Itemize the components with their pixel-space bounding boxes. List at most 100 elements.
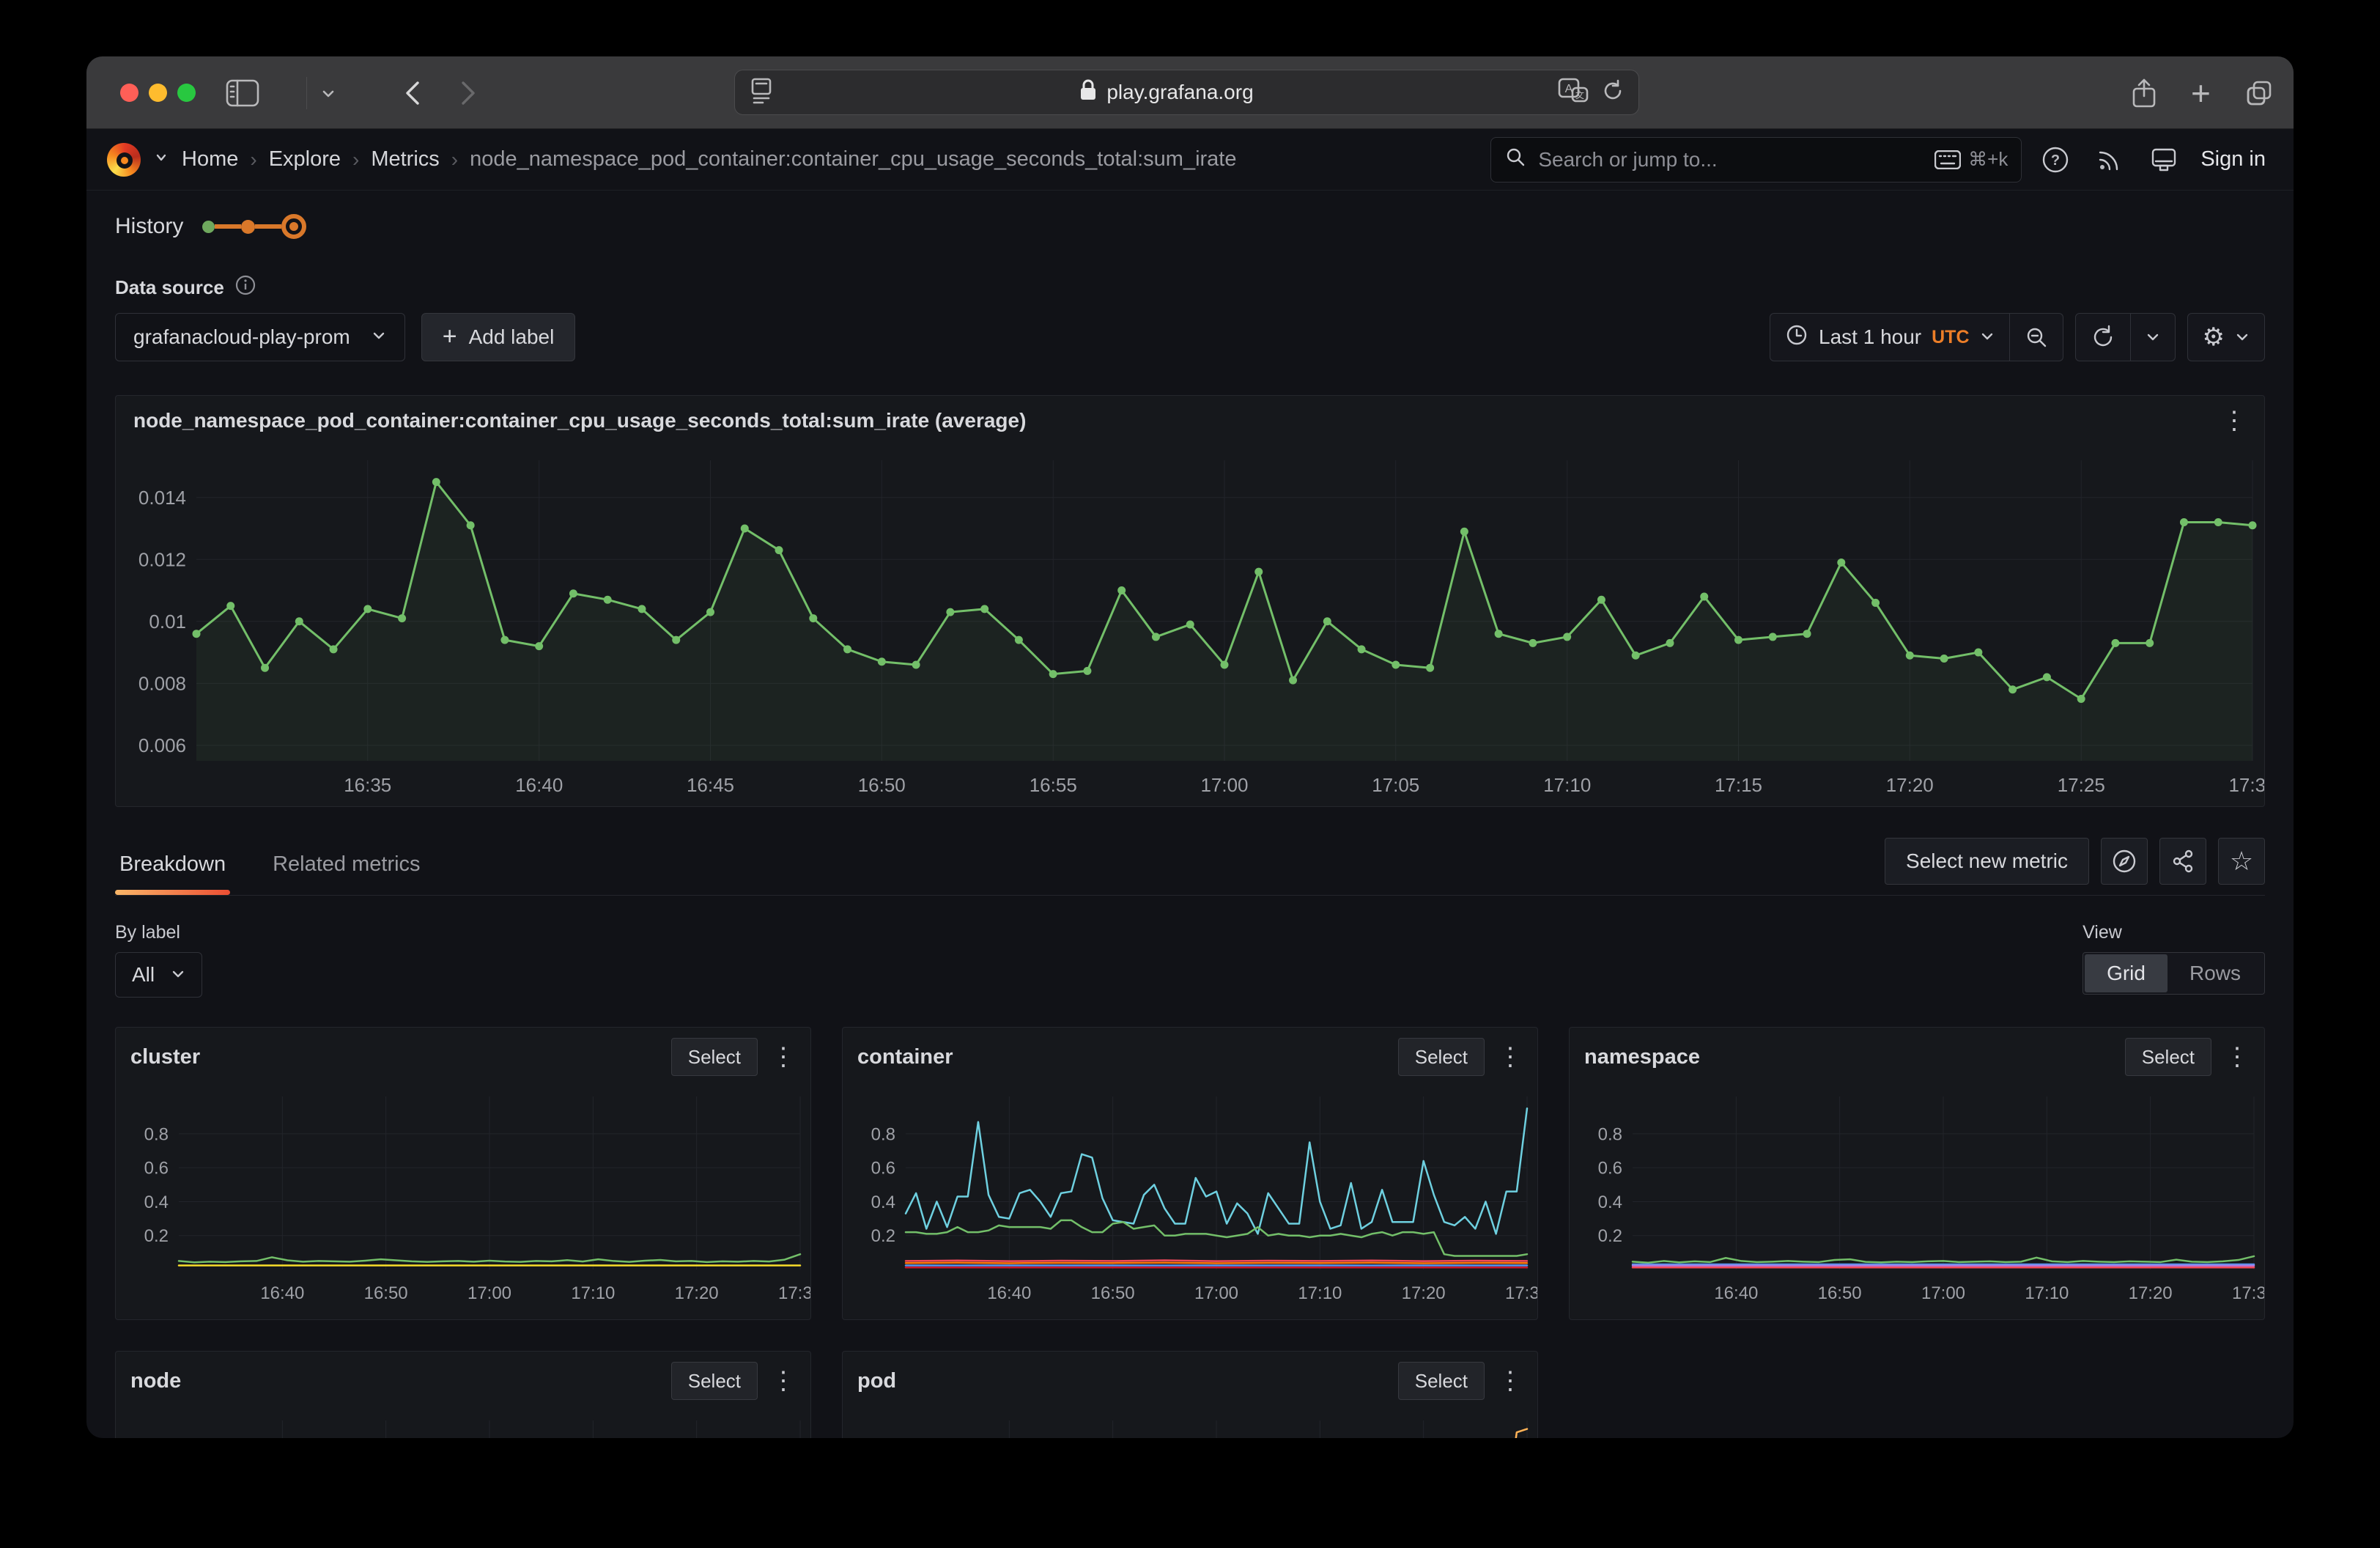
- news-rss-icon[interactable]: [2089, 146, 2130, 174]
- search-input[interactable]: Search or jump to... ⌘+k: [1490, 137, 2022, 183]
- breadcrumb-metrics[interactable]: Metrics: [371, 147, 439, 172]
- tab-breakdown[interactable]: Breakdown: [115, 841, 230, 893]
- cluster-chart[interactable]: 16:4016:5017:0017:1017:2017:300.80.60.40…: [116, 1080, 810, 1309]
- plus-icon: +: [443, 327, 457, 347]
- svg-text:17:20: 17:20: [675, 1283, 719, 1303]
- breadcrumb-explore[interactable]: Explore: [269, 147, 341, 172]
- select-button[interactable]: Select: [1398, 1038, 1485, 1076]
- view-toggle: Grid Rows: [2082, 952, 2265, 995]
- panel-menu-icon[interactable]: ⋮: [2225, 1044, 2250, 1069]
- panel-title: pod: [857, 1369, 896, 1393]
- sign-in-link[interactable]: Sign in: [2200, 147, 2266, 172]
- svg-text:17:00: 17:00: [1921, 1283, 1965, 1303]
- reload-icon[interactable]: [1600, 78, 1625, 107]
- metric-timeseries-chart[interactable]: 16:3516:4016:4516:5016:5517:0017:0517:10…: [116, 440, 2264, 806]
- sidebar-toggle-icon[interactable]: [226, 56, 259, 129]
- view-group: View Grid Rows: [2082, 922, 2265, 995]
- select-new-metric-button[interactable]: Select new metric: [1885, 838, 2089, 885]
- sidebar-chevron-down-icon[interactable]: [319, 56, 337, 129]
- window-zoom-button[interactable]: [177, 84, 196, 102]
- refresh-button[interactable]: [2076, 314, 2131, 361]
- svg-text:0.8: 0.8: [1598, 1124, 1622, 1144]
- panel-pod: pod Select ⋮ 16:4016:5017:0017:1017:2017…: [842, 1351, 1538, 1438]
- history-label[interactable]: History: [115, 214, 183, 239]
- svg-text:0.2: 0.2: [871, 1226, 895, 1246]
- select-button[interactable]: Select: [1398, 1362, 1485, 1400]
- chevron-down-icon: [371, 325, 387, 349]
- panel-menu-icon[interactable]: ⋮: [1498, 1044, 1523, 1069]
- tab-overview-icon[interactable]: [2244, 56, 2274, 129]
- svg-text:16:50: 16:50: [1818, 1283, 1862, 1303]
- svg-text:17:30: 17:30: [1505, 1283, 1537, 1303]
- help-icon[interactable]: ?: [2035, 145, 2076, 174]
- explore-compass-button[interactable]: [2101, 838, 2148, 885]
- panel-container: container Select ⋮ 16:4016:5017:0017:101…: [842, 1027, 1538, 1320]
- panel-menu-icon[interactable]: ⋮: [771, 1368, 796, 1393]
- svg-text:17:25: 17:25: [2058, 774, 2105, 796]
- time-range-picker[interactable]: Last 1 hour UTC: [1770, 314, 2010, 361]
- org-chevron-down-icon[interactable]: [154, 150, 169, 169]
- monitor-icon[interactable]: [2143, 145, 2184, 174]
- settings-button[interactable]: ⚙: [2188, 314, 2264, 361]
- tab-related-metrics[interactable]: Related metrics: [268, 841, 424, 893]
- select-button[interactable]: Select: [2125, 1038, 2211, 1076]
- history-steps-icon[interactable]: [202, 214, 306, 239]
- svg-text:0.6: 0.6: [1598, 1159, 1622, 1179]
- new-tab-icon[interactable]: +: [2191, 56, 2211, 129]
- url-text: play.grafana.org: [1106, 81, 1253, 104]
- share-nodes-button[interactable]: [2159, 838, 2206, 885]
- grafana-logo-icon[interactable]: [107, 143, 141, 177]
- view-rows-option[interactable]: Rows: [2168, 954, 2263, 992]
- chevron-down-icon: [2235, 330, 2250, 344]
- svg-text:16:40: 16:40: [515, 774, 563, 796]
- forward-icon[interactable]: [457, 56, 479, 129]
- svg-text:17:10: 17:10: [2025, 1283, 2069, 1303]
- translate-icon[interactable]: A文: [1558, 78, 1589, 108]
- namespace-chart[interactable]: 16:4016:5017:0017:1017:2017:300.80.60.40…: [1570, 1080, 2264, 1309]
- svg-text:0.01: 0.01: [149, 611, 186, 633]
- svg-text:17:10: 17:10: [571, 1283, 615, 1303]
- breadcrumb-separator: ›: [451, 148, 458, 172]
- breakdown-grid: cluster Select ⋮ 16:4016:5017:0017:1017:…: [115, 1027, 2265, 1438]
- data-source-value: grafanacloud-play-prom: [133, 325, 350, 349]
- select-button[interactable]: Select: [671, 1362, 758, 1400]
- address-bar[interactable]: play.grafana.org A文: [734, 70, 1639, 115]
- panel-title: cluster: [130, 1045, 200, 1069]
- svg-text:17:00: 17:00: [1200, 774, 1248, 796]
- browser-window: play.grafana.org A文 + Home › Explore ›: [86, 56, 2294, 1438]
- node-chart[interactable]: 16:4016:5017:0017:1017:2017:300.80.60.40…: [116, 1404, 810, 1438]
- window-minimize-button[interactable]: [149, 84, 167, 102]
- back-icon[interactable]: [402, 56, 424, 129]
- reader-icon[interactable]: [748, 76, 775, 109]
- share-icon[interactable]: [2131, 56, 2157, 129]
- star-button[interactable]: ☆: [2218, 838, 2265, 885]
- breadcrumb-home[interactable]: Home: [182, 147, 238, 172]
- svg-text:0.4: 0.4: [1598, 1193, 1622, 1212]
- panel-menu-icon[interactable]: ⋮: [2222, 408, 2247, 433]
- add-label-button[interactable]: + Add label: [421, 313, 576, 361]
- container-chart[interactable]: 16:4016:5017:0017:1017:2017:300.80.60.40…: [843, 1080, 1537, 1309]
- svg-text:0.8: 0.8: [871, 1124, 895, 1144]
- svg-text:16:45: 16:45: [687, 774, 734, 796]
- breadcrumb: Home › Explore › Metrics › node_namespac…: [182, 147, 1237, 172]
- view-grid-option[interactable]: Grid: [2085, 954, 2168, 992]
- pod-chart[interactable]: 16:4016:5017:0017:1017:2017:300.80.60.40…: [843, 1404, 1537, 1438]
- select-button[interactable]: Select: [671, 1038, 758, 1076]
- window-close-button[interactable]: [120, 84, 138, 102]
- svg-text:17:00: 17:00: [468, 1283, 511, 1303]
- data-source-picker[interactable]: grafanacloud-play-prom: [115, 313, 405, 361]
- tab-bar: Breakdown Related metrics Select new met…: [115, 838, 2265, 896]
- refresh-interval-chevron[interactable]: [2131, 314, 2175, 361]
- svg-text:17:15: 17:15: [1715, 774, 1762, 796]
- panel-menu-icon[interactable]: ⋮: [771, 1044, 796, 1069]
- explore-metrics-content: History Data source grafanacloud-play-pr…: [86, 214, 2294, 1438]
- svg-text:16:50: 16:50: [364, 1283, 408, 1303]
- panel-cluster: cluster Select ⋮ 16:40 16:50 17:00 17:10 17:…: [115, 1027, 811, 1320]
- by-label-select[interactable]: All: [115, 952, 202, 998]
- svg-text:0.6: 0.6: [871, 1159, 895, 1179]
- svg-text:16:40: 16:40: [260, 1283, 304, 1303]
- view-label: View: [2082, 922, 2265, 943]
- time-zoom-out-button[interactable]: [2010, 314, 2063, 361]
- data-source-label: Data source: [115, 276, 224, 299]
- panel-menu-icon[interactable]: ⋮: [1498, 1368, 1523, 1393]
